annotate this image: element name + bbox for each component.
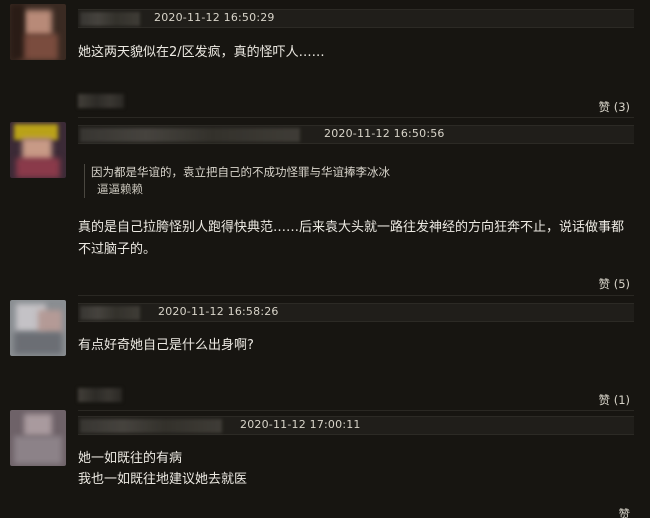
comment-timestamp: 2020-11-12 16:58:26 [158, 305, 279, 318]
comment-timestamp: 2020-11-12 16:50:29 [154, 11, 275, 24]
like-count: (3) [613, 100, 630, 114]
username-blurred[interactable] [78, 388, 122, 402]
avatar[interactable] [10, 410, 66, 466]
like-button[interactable]: 赞 (5) [599, 276, 630, 292]
username-blurred[interactable] [80, 12, 140, 26]
comment-2: 2020-11-12 16:50:56 因为都是华谊的，袁立把自己的不成功怪罪与… [0, 118, 650, 298]
comment-timestamp: 2020-11-12 17:00:11 [240, 418, 361, 431]
comment-meta-bar: 2020-11-12 17:00:11 [78, 416, 634, 435]
like-label: 赞 [598, 100, 611, 114]
comment-text: 有点好奇她自己是什么出身啊? [78, 338, 254, 353]
like-count: (5) [613, 277, 630, 291]
username-blurred[interactable] [80, 419, 222, 433]
comment-text: 真的是自己拉胯怪别人跑得快典范……后来袁大头就一路往发神经的方向狂奔不止，说话做… [78, 220, 625, 257]
comment-4: 2020-11-12 17:00:11 她一如既往的有病 我也一如既往地建议她去… [0, 408, 650, 518]
username-blurred[interactable] [80, 306, 140, 320]
quote-text: 因为都是华谊的，袁立把自己的不成功怪罪与华谊捧李冰冰 [91, 165, 390, 179]
like-button[interactable]: 赞 (3) [599, 99, 630, 115]
like-label: 赞 [598, 277, 611, 291]
quoted-comment: 因为都是华谊的，袁立把自己的不成功怪罪与华谊捧李冰冰 逼逼赖赖 [84, 164, 390, 198]
like-label: 赞 [598, 393, 611, 407]
like-button[interactable]: 赞 (1) [599, 392, 630, 408]
username-blurred[interactable] [80, 128, 300, 142]
avatar[interactable] [10, 4, 66, 60]
avatar[interactable] [10, 122, 66, 178]
comment-thread: 2020-11-12 16:50:29 她这两天貌似在2/区发疯，真的怪吓人……… [0, 0, 650, 518]
like-count: (1) [613, 393, 630, 407]
like-label: 赞 [618, 507, 631, 518]
comment-meta-bar: 2020-11-12 16:58:26 [78, 303, 634, 322]
like-button[interactable]: 赞 [619, 506, 631, 518]
avatar[interactable] [10, 300, 66, 356]
comment-meta-bar: 2020-11-12 16:50:29 [78, 9, 634, 28]
comment-text-line-2: 我也一如既往地建议她去就医 [78, 472, 248, 487]
username-blurred[interactable] [78, 94, 124, 108]
comment-text: 她这两天貌似在2/区发疯，真的怪吓人…… [78, 45, 325, 60]
comment-meta-bar: 2020-11-12 16:50:56 [78, 125, 634, 144]
comment-text-line-1: 她一如既往的有病 [78, 451, 183, 466]
quote-author[interactable]: 逼逼赖赖 [91, 181, 390, 198]
comment-timestamp: 2020-11-12 16:50:56 [324, 127, 445, 140]
